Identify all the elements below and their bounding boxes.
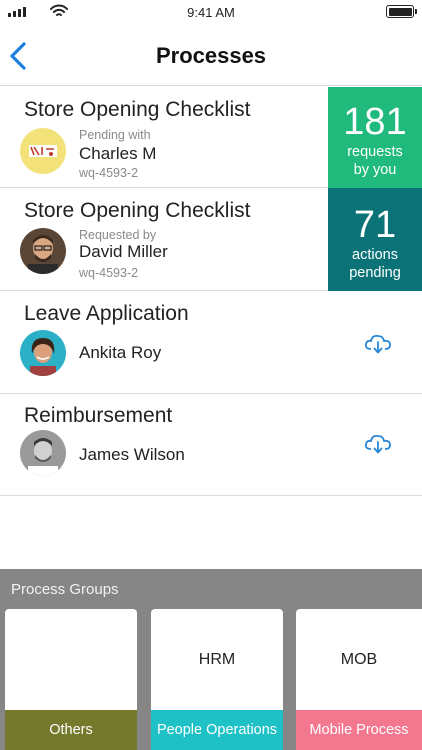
group-card-people-operations[interactable]: HRM People Operations — [151, 609, 283, 750]
group-card-mobile-process[interactable]: MOB Mobile Process — [296, 609, 422, 750]
process-row-leave-application[interactable]: Leave Application Ankita Roy — [0, 291, 422, 394]
avatar — [20, 330, 66, 376]
process-groups-title: Process Groups — [11, 581, 119, 598]
stat-label-line1: actions — [352, 247, 398, 263]
person-name: David Miller — [79, 242, 168, 261]
avatar — [20, 128, 66, 174]
process-id: wq-4593-2 — [79, 266, 139, 280]
status-label: Pending with — [79, 128, 151, 142]
avatar — [20, 228, 66, 274]
stat-value: 181 — [343, 101, 407, 143]
status-label: Requested by — [79, 228, 157, 242]
group-name: People Operations — [151, 710, 283, 750]
battery-icon — [386, 5, 417, 18]
group-name: Mobile Process — [296, 710, 422, 750]
actions-pending-tile[interactable]: 71 actions pending — [328, 188, 422, 291]
group-code: HRM — [198, 651, 236, 668]
stat-label-line2: by you — [353, 162, 397, 178]
process-title: Store Opening Checklist — [24, 199, 251, 222]
page-title: Processes — [155, 43, 267, 68]
group-name: Others — [5, 710, 137, 750]
process-groups-panel: Process Groups Others HRM People Operati… — [0, 569, 422, 750]
stat-label-line2: pending — [349, 265, 401, 281]
requests-by-you-tile[interactable]: 181 requests by you — [328, 87, 422, 188]
cloud-download-icon[interactable] — [364, 333, 392, 355]
group-code: MOB — [340, 651, 378, 668]
process-title: Store Opening Checklist — [24, 98, 251, 121]
navigation-bar: Processes — [0, 26, 422, 86]
process-title: Leave Application — [24, 302, 189, 325]
avatar — [20, 430, 66, 476]
process-id: wq-4593-2 — [79, 166, 139, 180]
person-name: James Wilson — [79, 445, 185, 464]
process-row-reimbursement[interactable]: Reimbursement James Wilson — [0, 394, 422, 496]
person-name: Charles M — [79, 144, 157, 163]
stat-label-line1: requests — [347, 144, 403, 160]
cloud-download-icon[interactable] — [364, 433, 392, 455]
person-name: Ankita Roy — [79, 343, 162, 362]
group-card-others[interactable]: Others — [5, 609, 137, 750]
status-bar: 9:41 AM — [0, 0, 422, 26]
process-title: Reimbursement — [24, 404, 173, 427]
status-time: 9:41 AM — [187, 5, 235, 20]
stat-value: 71 — [353, 204, 397, 246]
